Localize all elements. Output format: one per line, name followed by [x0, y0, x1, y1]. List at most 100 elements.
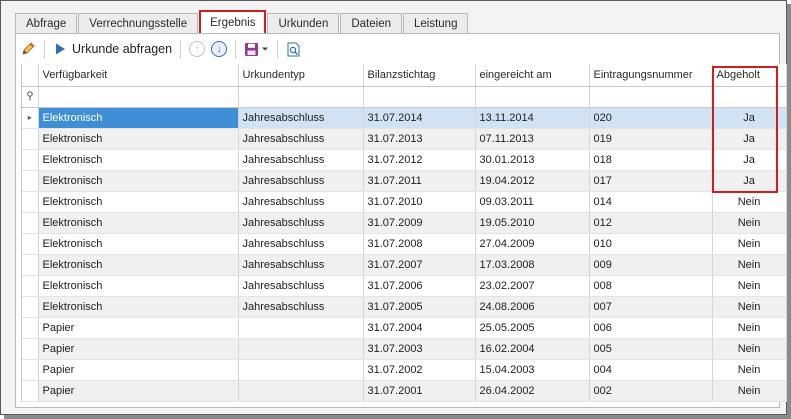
cell-urkundentyp[interactable]: Jahresabschluss [238, 191, 364, 213]
cell-urkundentyp[interactable] [238, 380, 364, 402]
cell-abgeholt[interactable]: Nein [712, 191, 787, 213]
column-header-bilanzstichtag[interactable]: Bilanzstichtag [363, 64, 476, 87]
row-indicator[interactable] [22, 233, 39, 255]
table-row[interactable]: Elektronisch Jahresabschluss 31.07.2009 19.… [22, 212, 787, 234]
cell-verfuegbarkeit[interactable]: Elektronisch [38, 170, 239, 192]
cell-eintragungsnummer[interactable]: 004 [589, 359, 713, 381]
cell-bilanzstichtag[interactable]: 31.07.2012 [363, 149, 476, 171]
cell-verfuegbarkeit[interactable]: Papier [38, 359, 239, 381]
table-row[interactable]: Papier 31.07.2002 15.04.2003 004 Nein [22, 359, 787, 381]
cell-eingereicht-am[interactable]: 30.01.2013 [475, 149, 590, 171]
cell-abgeholt[interactable]: Nein [712, 359, 787, 381]
cell-verfuegbarkeit[interactable]: Papier [38, 338, 239, 360]
tab-ergebnis[interactable]: Ergebnis [199, 10, 267, 34]
tab-leistung[interactable]: Leistung [403, 13, 469, 34]
cell-eintragungsnummer[interactable]: 020 [589, 107, 713, 129]
cell-eintragungsnummer[interactable]: 002 [589, 380, 713, 402]
row-indicator[interactable] [22, 212, 39, 234]
save-dropdown-button[interactable] [241, 38, 272, 60]
column-header-urkundentyp[interactable]: Urkundentyp [238, 64, 364, 87]
cell-verfuegbarkeit[interactable]: Papier [38, 317, 239, 339]
cell-abgeholt[interactable]: Ja [712, 128, 787, 150]
cell-urkundentyp[interactable]: Jahresabschluss [238, 254, 364, 276]
cell-eingereicht-am[interactable]: 23.02.2007 [475, 275, 590, 297]
filter-cell[interactable] [238, 86, 364, 108]
cell-eingereicht-am[interactable]: 19.05.2010 [475, 212, 590, 234]
cell-urkundentyp[interactable]: Jahresabschluss [238, 275, 364, 297]
cell-abgeholt[interactable]: Nein [712, 212, 787, 234]
cell-eingereicht-am[interactable]: 17.03.2008 [475, 254, 590, 276]
cell-bilanzstichtag[interactable]: 31.07.2010 [363, 191, 476, 213]
tab-urkunden[interactable]: Urkunden [267, 13, 340, 34]
row-indicator[interactable] [22, 275, 39, 297]
cell-verfuegbarkeit[interactable]: Elektronisch [38, 254, 239, 276]
cell-bilanzstichtag[interactable]: 31.07.2009 [363, 212, 476, 234]
cell-eingereicht-am[interactable]: 16.02.2004 [475, 338, 590, 360]
cell-abgeholt[interactable]: Nein [712, 233, 787, 255]
cell-eingereicht-am[interactable]: 27.04.2009 [475, 233, 590, 255]
cell-abgeholt[interactable]: Nein [712, 296, 787, 318]
cell-bilanzstichtag[interactable]: 31.07.2007 [363, 254, 476, 276]
cell-verfuegbarkeit[interactable]: Elektronisch [38, 296, 239, 318]
cell-eingereicht-am[interactable]: 19.04.2012 [475, 170, 590, 192]
cell-abgeholt[interactable]: Nein [712, 254, 787, 276]
cell-eingereicht-am[interactable]: 25.05.2005 [475, 317, 590, 339]
edit-button[interactable] [17, 38, 39, 60]
column-header-eingereicht-am[interactable]: eingereicht am [475, 64, 590, 87]
row-indicator[interactable] [22, 149, 39, 171]
cell-eingereicht-am[interactable]: 07.11.2013 [475, 128, 590, 150]
cell-eintragungsnummer[interactable]: 009 [589, 254, 713, 276]
row-indicator[interactable] [22, 296, 39, 318]
cell-bilanzstichtag[interactable]: 31.07.2002 [363, 359, 476, 381]
tab-dateien[interactable]: Dateien [340, 13, 402, 34]
table-row[interactable]: Elektronisch Jahresabschluss 31.07.2005 24.… [22, 296, 787, 318]
cell-abgeholt[interactable]: Ja [712, 107, 787, 129]
cell-bilanzstichtag[interactable]: 31.07.2004 [363, 317, 476, 339]
cell-eintragungsnummer[interactable]: 017 [589, 170, 713, 192]
cell-urkundentyp[interactable] [238, 359, 364, 381]
cell-bilanzstichtag[interactable]: 31.07.2006 [363, 275, 476, 297]
filter-cell[interactable] [712, 86, 787, 108]
cell-verfuegbarkeit[interactable]: Elektronisch [38, 149, 239, 171]
cell-urkundentyp[interactable]: Jahresabschluss [238, 128, 364, 150]
cell-bilanzstichtag[interactable]: 31.07.2008 [363, 233, 476, 255]
cell-urkundentyp[interactable]: Jahresabschluss [238, 212, 364, 234]
cell-verfuegbarkeit[interactable]: Elektronisch [38, 233, 239, 255]
row-indicator[interactable]: ▸ [22, 107, 39, 129]
row-indicator[interactable] [22, 359, 39, 381]
filter-cell[interactable] [589, 86, 713, 108]
cell-bilanzstichtag[interactable]: 31.07.2013 [363, 128, 476, 150]
cell-eintragungsnummer[interactable]: 012 [589, 212, 713, 234]
cell-eintragungsnummer[interactable]: 019 [589, 128, 713, 150]
cell-abgeholt[interactable]: Ja [712, 170, 787, 192]
cell-verfuegbarkeit[interactable]: Elektronisch [38, 275, 239, 297]
cell-eintragungsnummer[interactable]: 008 [589, 275, 713, 297]
cell-verfuegbarkeit[interactable]: Elektronisch [38, 212, 239, 234]
cell-eintragungsnummer[interactable]: 010 [589, 233, 713, 255]
cell-bilanzstichtag[interactable]: 31.07.2011 [363, 170, 476, 192]
cell-eingereicht-am[interactable]: 13.11.2014 [475, 107, 590, 129]
cell-urkundentyp[interactable]: Jahresabschluss [238, 149, 364, 171]
cell-urkundentyp[interactable]: Jahresabschluss [238, 107, 364, 129]
cell-verfuegbarkeit[interactable]: Papier [38, 380, 239, 402]
table-row[interactable]: Elektronisch Jahresabschluss 31.07.2006 23.… [22, 275, 787, 297]
row-indicator[interactable] [22, 191, 39, 213]
cell-eingereicht-am[interactable]: 24.08.2006 [475, 296, 590, 318]
table-row[interactable]: Papier 31.07.2001 26.04.2002 002 Nein [22, 380, 787, 402]
cell-bilanzstichtag[interactable]: 31.07.2001 [363, 380, 476, 402]
row-indicator[interactable] [22, 254, 39, 276]
table-row[interactable]: Elektronisch Jahresabschluss 31.07.2008 27.… [22, 233, 787, 255]
column-header-verfuegbarkeit[interactable]: Verfügbarkeit [38, 64, 239, 87]
row-indicator[interactable] [22, 338, 39, 360]
cell-verfuegbarkeit[interactable]: Elektronisch [38, 128, 239, 150]
row-indicator[interactable] [22, 170, 39, 192]
query-document-button[interactable]: Urkunde abfragen [50, 38, 175, 60]
table-row[interactable]: Elektronisch Jahresabschluss 31.07.2010 09.… [22, 191, 787, 213]
table-row[interactable]: Papier 31.07.2003 16.02.2004 005 Nein [22, 338, 787, 360]
filter-cell[interactable] [38, 86, 239, 108]
cell-urkundentyp[interactable]: Jahresabschluss [238, 233, 364, 255]
filter-cell[interactable] [363, 86, 476, 108]
cell-eintragungsnummer[interactable]: 006 [589, 317, 713, 339]
cell-eintragungsnummer[interactable]: 018 [589, 149, 713, 171]
cell-eingereicht-am[interactable]: 26.04.2002 [475, 380, 590, 402]
